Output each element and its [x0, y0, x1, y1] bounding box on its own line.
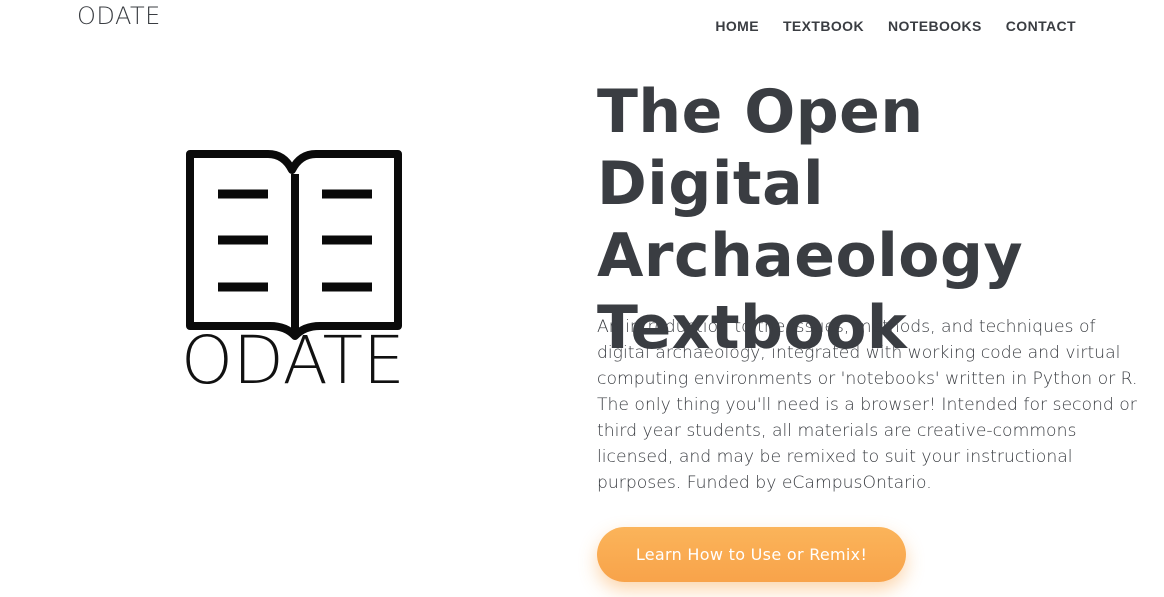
- logo-wordmark: ODATE: [181, 322, 405, 399]
- nav-notebooks-link[interactable]: NOTEBOOKS: [888, 18, 982, 34]
- main-nav: HOME TEXTBOOK NOTEBOOKS CONTACT: [715, 18, 1076, 34]
- brand-logo-link[interactable]: ODATE: [77, 2, 161, 30]
- nav-textbook-link[interactable]: TEXTBOOK: [783, 18, 864, 34]
- learn-remix-button[interactable]: Learn How to Use or Remix!: [597, 527, 906, 582]
- nav-home-link[interactable]: HOME: [715, 18, 759, 34]
- nav-contact-link[interactable]: CONTACT: [1006, 18, 1076, 34]
- hero-description: An introduction to the issues, methods, …: [597, 317, 1138, 493]
